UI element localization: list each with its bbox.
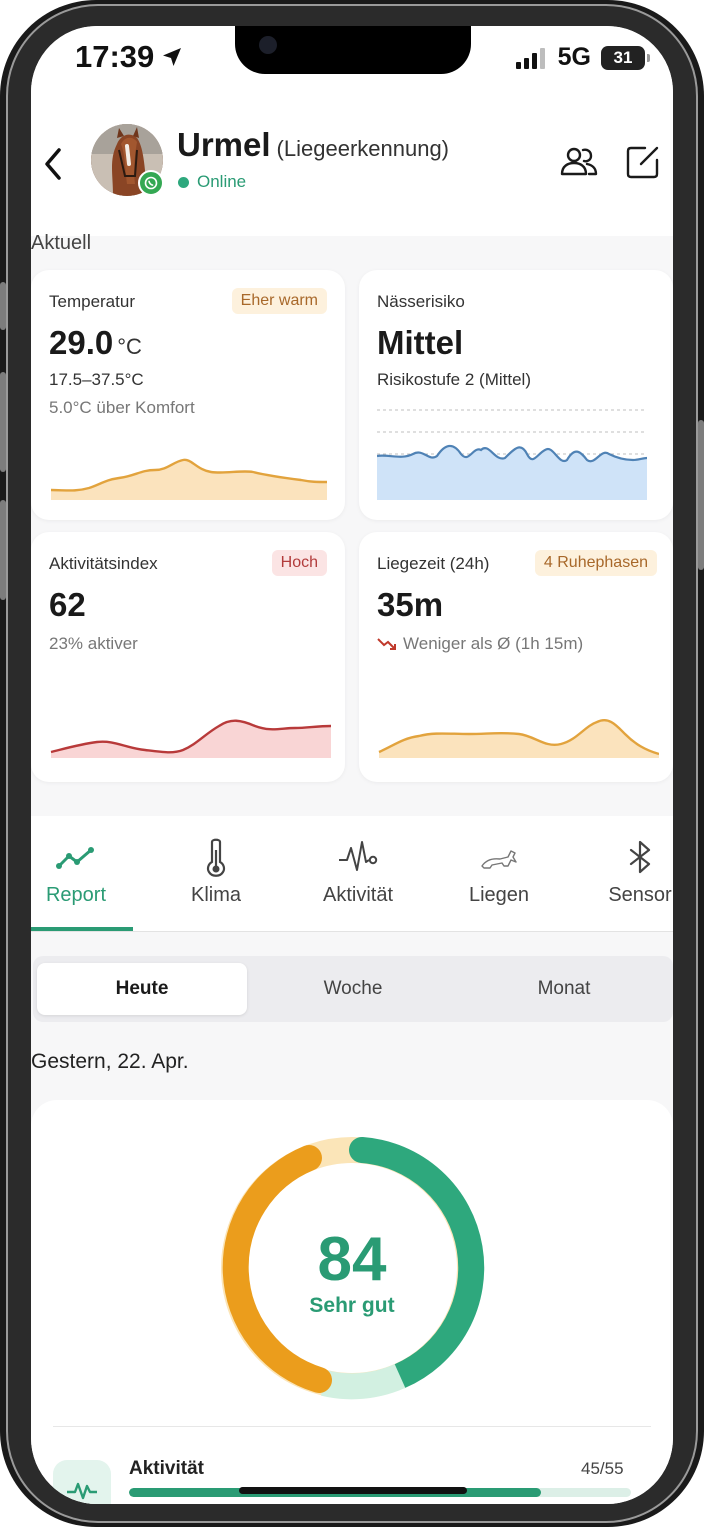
tab-aktivitaet[interactable]: Aktivität bbox=[293, 816, 423, 932]
tab-label: Aktivität bbox=[322, 884, 394, 906]
signal-icon bbox=[515, 47, 545, 69]
tab-report[interactable]: Report bbox=[31, 816, 141, 932]
tab-bar: Report Klima Aktivität Liegen Sensor bbox=[31, 816, 673, 932]
date-label: Gestern, 22. Apr. bbox=[31, 1050, 189, 1073]
active-tab-indicator bbox=[31, 927, 133, 931]
whatsapp-icon[interactable] bbox=[138, 170, 164, 196]
tab-klima[interactable]: Klima bbox=[151, 816, 281, 932]
card-value: 62 bbox=[49, 586, 86, 623]
online-status: Online bbox=[178, 172, 246, 192]
temperature-card[interactable]: Temperatur Eher warm 29.0 °C 17.5–37.5°C … bbox=[31, 270, 345, 520]
status-badge: Hoch bbox=[271, 550, 327, 576]
period-segmented-control: Heute Woche Monat bbox=[33, 956, 673, 1022]
tab-sensor[interactable]: Sensor bbox=[575, 816, 673, 932]
card-title: Aktivitätsindex bbox=[49, 554, 158, 573]
card-value: 35m bbox=[377, 586, 444, 623]
lying-sparkline bbox=[378, 719, 659, 758]
card-title: Liegezeit (24h) bbox=[377, 554, 490, 573]
lying-time-card[interactable]: Liegezeit (24h) 4 Ruhephasen 35m Weniger… bbox=[359, 532, 673, 782]
section-label-current: Aktuell bbox=[31, 232, 92, 254]
mode-label: (Liegeerkennung) bbox=[276, 136, 450, 161]
score-label: Sehr gut bbox=[309, 1294, 395, 1317]
card-title: Nässerisiko bbox=[377, 292, 465, 311]
temperature-range: 17.5–37.5°C bbox=[49, 370, 144, 389]
status-time: 17:39 bbox=[75, 39, 184, 75]
lying-comparison: Weniger als Ø (1h 15m) bbox=[377, 634, 583, 654]
side-button-power bbox=[698, 420, 704, 570]
side-button-volume-up bbox=[0, 372, 6, 472]
risk-level: Risikostufe 2 (Mittel) bbox=[377, 370, 531, 389]
trend-down-icon bbox=[377, 638, 396, 650]
temperature-sparkline bbox=[50, 458, 328, 500]
activity-delta: 23% aktiver bbox=[49, 634, 138, 653]
wetness-risk-card[interactable]: Nässerisiko Mittel Risikostufe 2 (Mittel… bbox=[359, 270, 673, 520]
card-title: Temperatur bbox=[49, 292, 135, 311]
segment-month[interactable]: Monat bbox=[459, 963, 669, 1015]
heartbeat-icon bbox=[67, 1482, 97, 1500]
status-badge: Eher warm bbox=[231, 288, 327, 314]
thermometer-icon bbox=[206, 838, 226, 877]
heartbeat-icon bbox=[339, 841, 378, 871]
side-button-volume-down bbox=[0, 500, 6, 600]
comfort-delta: 5.0°C über Komfort bbox=[49, 398, 195, 417]
back-arrow-icon[interactable] bbox=[39, 144, 67, 184]
tab-label: Liegen bbox=[468, 884, 530, 906]
activity-sparkline bbox=[50, 719, 331, 758]
segment-week[interactable]: Woche bbox=[248, 963, 458, 1015]
metric-value: 45/55 bbox=[581, 1459, 624, 1478]
tab-label: Sensor bbox=[608, 884, 672, 906]
segment-today[interactable]: Heute bbox=[37, 963, 247, 1015]
online-dot-icon bbox=[178, 176, 189, 188]
tab-label: Report bbox=[45, 884, 107, 906]
tab-liegen[interactable]: Liegen bbox=[434, 816, 564, 932]
status-badge: 4 Ruhephasen bbox=[534, 550, 657, 576]
tab-label: Klima bbox=[190, 884, 241, 906]
screen: 17:39 5G 31 Urmel (Liegeerkennung) Onlin… bbox=[31, 26, 673, 1504]
location-arrow-icon bbox=[163, 48, 182, 66]
people-icon[interactable] bbox=[559, 142, 599, 182]
edit-icon[interactable] bbox=[623, 142, 663, 182]
network-type: 5G bbox=[557, 43, 591, 71]
activity-metric-icon bbox=[53, 1460, 111, 1504]
score-value: 84 bbox=[317, 1225, 387, 1294]
trend-line-icon bbox=[56, 847, 94, 869]
bluetooth-icon bbox=[629, 840, 651, 874]
metric-name: Aktivität bbox=[129, 1458, 204, 1479]
battery-icon: 31 bbox=[601, 45, 650, 70]
card-value: Mittel bbox=[377, 324, 464, 361]
activity-index-card[interactable]: Aktivitätsindex Hoch 62 23% aktiver bbox=[31, 532, 345, 782]
status-right: 5G 31 bbox=[515, 43, 650, 72]
card-value: 29.0 °C bbox=[49, 324, 142, 361]
horse-lying-icon bbox=[481, 850, 517, 869]
divider bbox=[53, 1426, 651, 1427]
dynamic-island bbox=[235, 26, 471, 74]
home-indicator[interactable] bbox=[239, 1487, 467, 1494]
side-button-mute bbox=[0, 282, 6, 330]
wetness-chart bbox=[377, 409, 647, 500]
horse-name: Urmel (Liegeerkennung) bbox=[177, 126, 450, 163]
